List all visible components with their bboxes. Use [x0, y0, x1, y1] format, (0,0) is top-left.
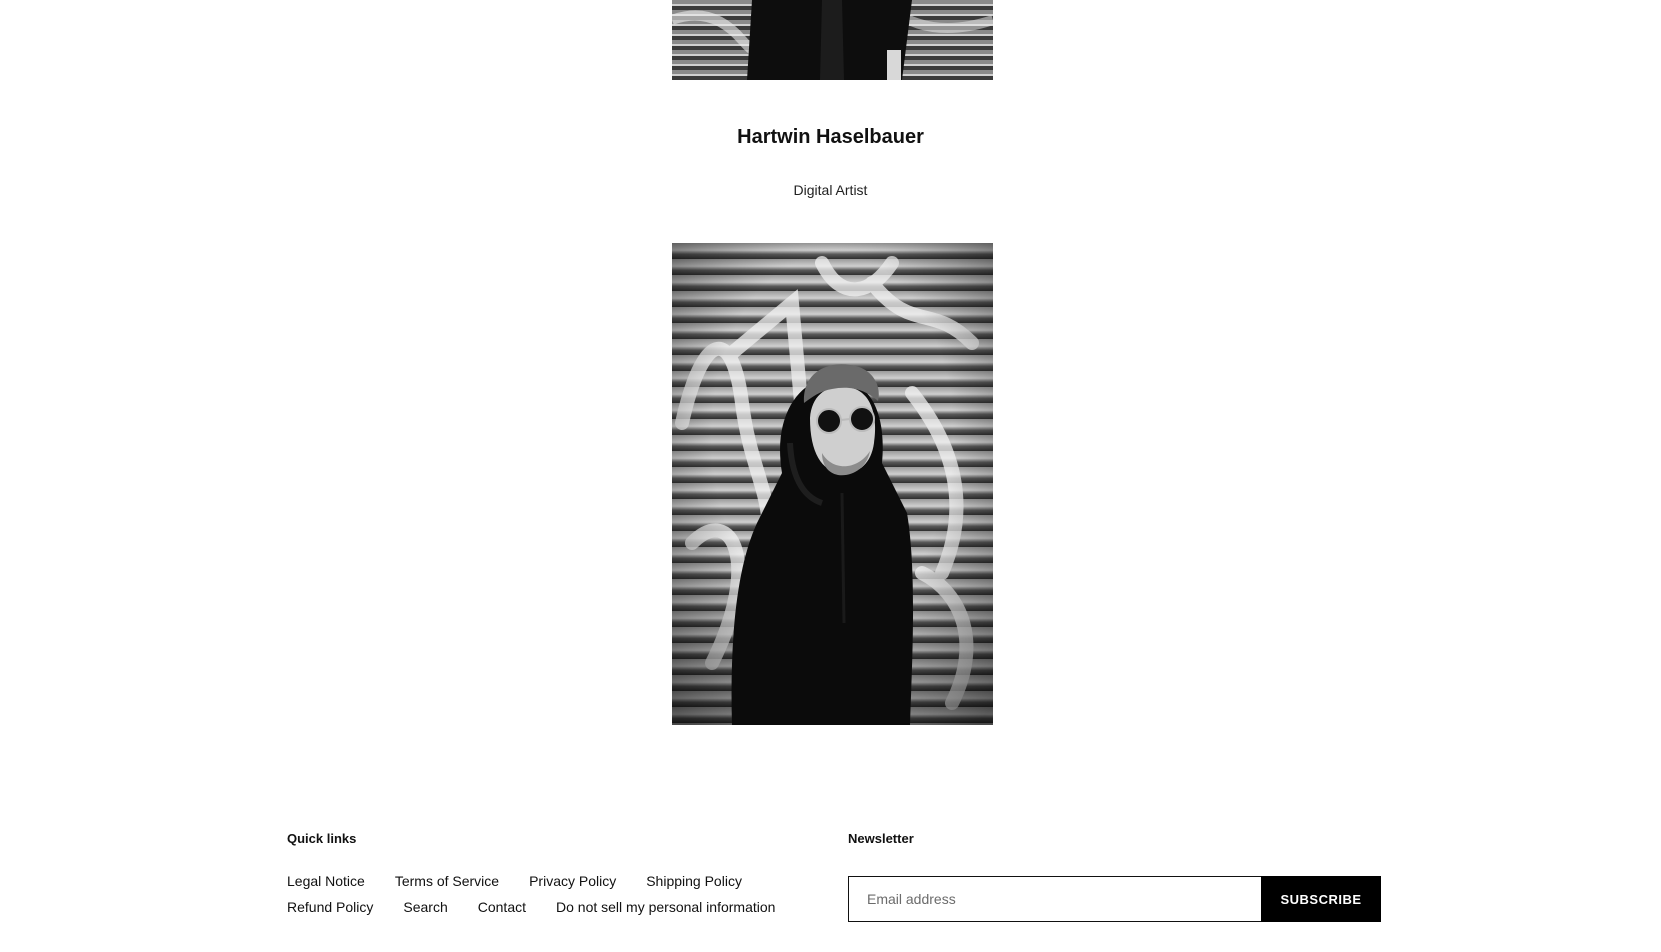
page: Hartwin Haselbauer Digital Artist Quick … — [0, 0, 1661, 952]
link-legal-notice[interactable]: Legal Notice — [287, 872, 365, 890]
link-refund-policy[interactable]: Refund Policy — [287, 898, 373, 916]
subscribe-button[interactable]: SUBSCRIBE — [1261, 876, 1381, 922]
link-do-not-sell[interactable]: Do not sell my personal information — [556, 898, 775, 916]
artist-name: Hartwin Haselbauer — [737, 126, 924, 148]
link-shipping-policy[interactable]: Shipping Policy — [646, 872, 742, 890]
newsletter-form: SUBSCRIBE — [848, 876, 1381, 922]
artist-photo-top — [672, 0, 993, 80]
email-input[interactable] — [848, 876, 1261, 922]
link-contact[interactable]: Contact — [478, 898, 526, 916]
artist-role: Digital Artist — [793, 182, 868, 198]
quick-links-heading: Quick links — [287, 831, 357, 846]
artist-photo — [672, 243, 993, 725]
link-terms-of-service[interactable]: Terms of Service — [395, 872, 499, 890]
newsletter-heading: Newsletter — [848, 831, 914, 846]
quick-links-nav: Legal Notice Terms of Service Privacy Po… — [287, 872, 807, 916]
link-privacy-policy[interactable]: Privacy Policy — [529, 872, 616, 890]
link-search[interactable]: Search — [403, 898, 447, 916]
